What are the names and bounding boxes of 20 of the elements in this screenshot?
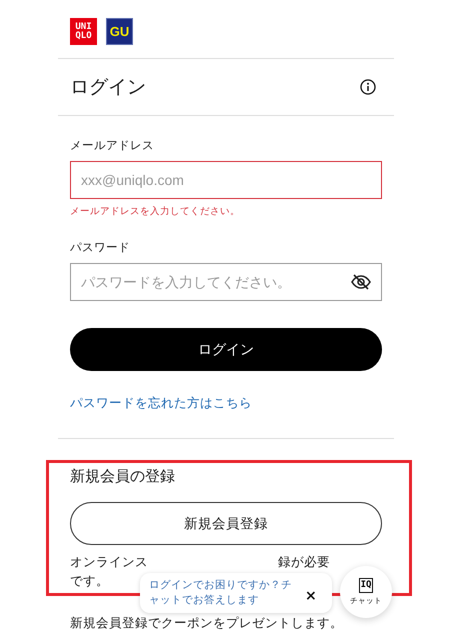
eye-slash-icon[interactable] [350, 273, 372, 291]
input-field[interactable]: xxx@uniqlo.com [70, 161, 382, 199]
field-label: パスワード [70, 240, 131, 255]
forgot-password-link[interactable]: パスワードを忘れた方はこちら [70, 395, 252, 412]
note-text: オンラインス [70, 553, 148, 570]
note-text: です。 [70, 572, 109, 589]
register-button[interactable]: 新規会員登録 [70, 502, 382, 545]
brand-logo[interactable]: GU [106, 18, 133, 45]
error-message: メールアドレスを入力してください。 [70, 205, 241, 218]
close-button[interactable]: × [305, 587, 317, 605]
input-field[interactable]: パスワードを入力してください。 [70, 263, 382, 301]
note-text: 録が必要 [278, 553, 330, 570]
section-title: 新規会員の登録 [70, 467, 175, 486]
chat-message[interactable]: ログインでお困りですか？チャットでお答えします [149, 578, 299, 613]
field-label: メールアドレス [70, 138, 155, 153]
info-icon[interactable] [360, 79, 376, 95]
page-title: ログイン [70, 75, 146, 100]
login-button[interactable]: ログイン [70, 328, 382, 371]
brand-logo[interactable]: UNI QLO [70, 18, 97, 45]
note-text: 新規会員登録でクーポンをプレゼントします。 [70, 614, 343, 631]
